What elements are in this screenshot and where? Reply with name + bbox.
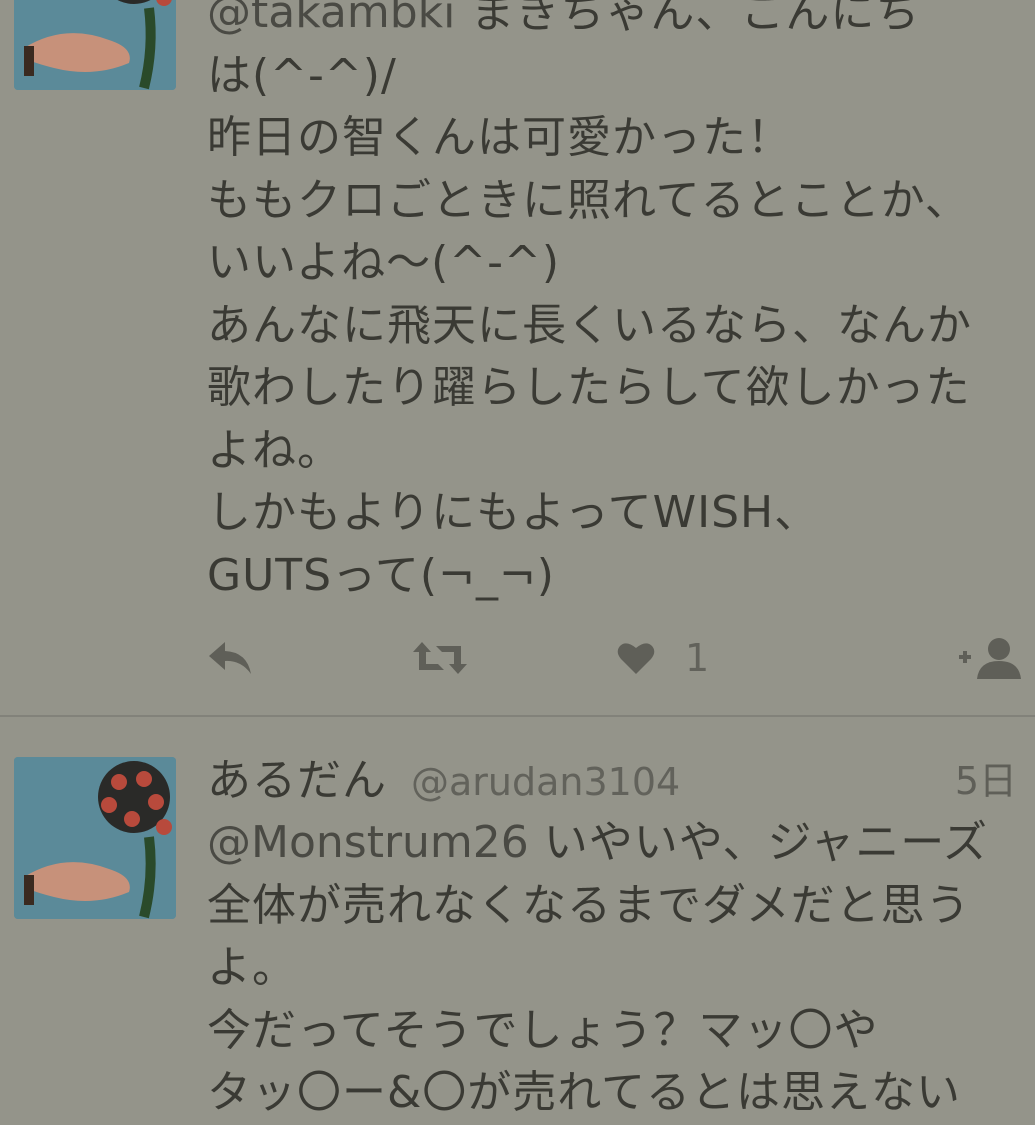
retweet-button[interactable] (412, 628, 468, 688)
tweet-text-line: よね。 (207, 424, 342, 476)
tweet-text-line: よ。 (207, 942, 297, 993)
tweet-header: あるだん @arudan3104 5日 (207, 750, 1027, 812)
tweet-text-line: @Monstrum26 いやいや、ジャニーズ (207, 817, 989, 868)
tweet-text-line: 全体が売れなくなるまでダメだと思う (207, 879, 971, 931)
reply-button[interactable] (207, 628, 253, 688)
avatar-image (14, 757, 176, 919)
tweet-text-line: GUTSって(¬_¬) (207, 549, 555, 601)
tweet-text-line: ももクロごときに照れてるとことか、 (207, 174, 970, 226)
tweet-divider (0, 715, 1035, 717)
mention-link[interactable]: @takambki (207, 0, 455, 38)
tweet-text-line: あんなに飛天に長くいるなら、なんか (207, 299, 972, 351)
user-avatar[interactable] (14, 0, 176, 90)
tweet-text-line: いいよね〜(^-^) (207, 237, 561, 288)
tweet-text-line: 歌わしたり躍らしたらして欲しかった (207, 362, 971, 413)
avatar-image (14, 0, 176, 90)
heart-icon (617, 643, 655, 674)
reply-icon (209, 642, 251, 674)
tweet-timestamp: 5日 (954, 759, 1017, 803)
tweet-text-line: タッ〇ー&〇が売れてるとは思えない (207, 1067, 961, 1118)
like-count: 1 (685, 636, 710, 680)
retweet-icon (413, 642, 467, 674)
user-handle[interactable]: @arudan3104 (411, 760, 680, 804)
tweet-text-line: しかもよりにもよってWISH、 (207, 487, 820, 538)
mention-link[interactable]: @Monstrum26 (207, 817, 529, 868)
tweet-text-line: は(^-^)/ (207, 49, 397, 101)
tweet-actions: 1 (207, 628, 1027, 688)
tweet-text-line: 昨日の智くんは可愛かった！ (207, 112, 792, 163)
follow-user-icon (959, 638, 1021, 679)
user-name[interactable]: あるだん (207, 755, 387, 806)
tweet-text-line: 今だってそうでしょう？マッ〇や (207, 1004, 879, 1056)
user-avatar[interactable] (14, 757, 176, 919)
tweet-text-line: @takambki まきちゃん、こんにち (207, 0, 1027, 45)
like-button[interactable]: 1 (617, 628, 709, 688)
follow-button[interactable] (959, 628, 1023, 688)
